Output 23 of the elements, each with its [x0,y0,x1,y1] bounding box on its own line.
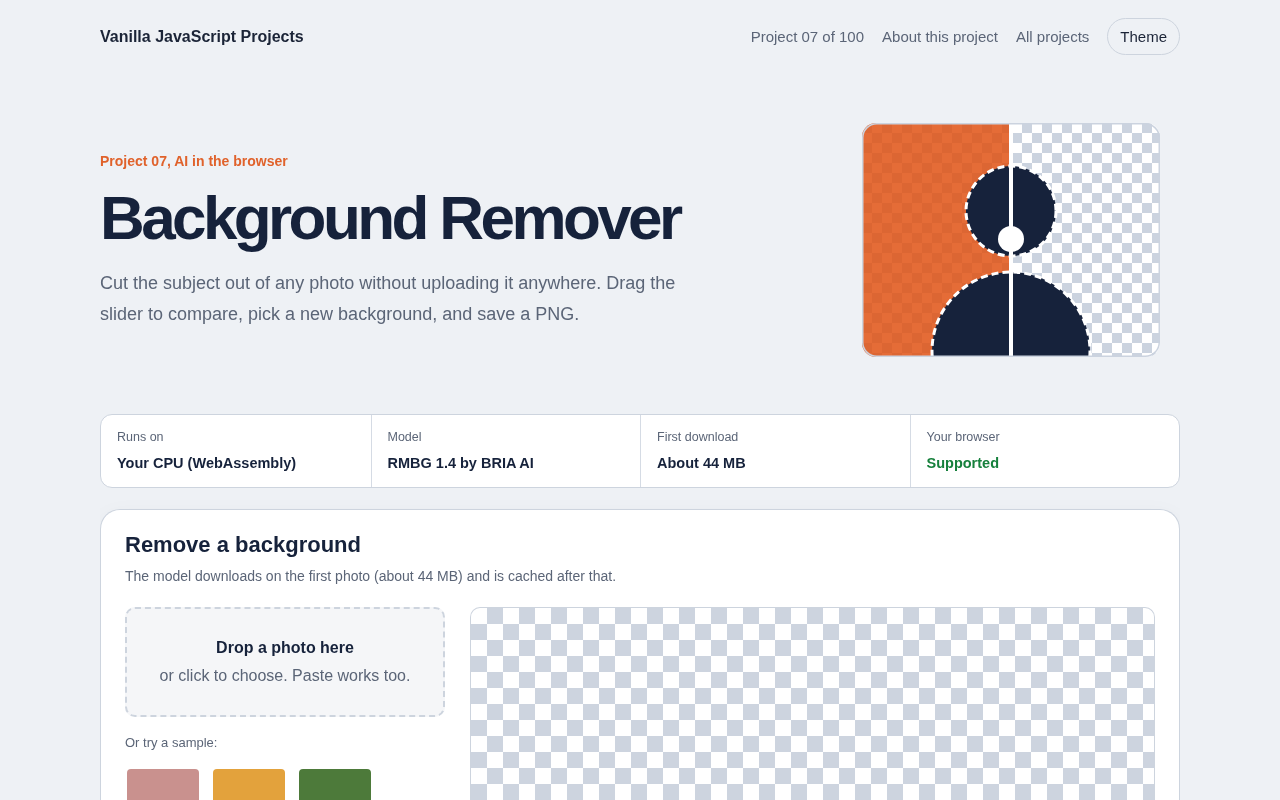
card-title: Remove a background [125,531,362,559]
eyebrow-text: Project 07, AI in the browser [100,151,289,171]
fact-label: First download [657,429,740,446]
theme-button[interactable]: Theme [1107,18,1180,55]
samples-label: Or try a sample: [125,734,219,752]
fact-value: RMBG 1.4 by BRIA AI [387,454,535,473]
fact-label: Model [387,429,423,446]
project-counter: Project 07 of 100 [750,28,865,45]
sample-thumbnail[interactable] [127,769,199,800]
fact-value: Your CPU (WebAssembly) [117,454,298,473]
site-title: Vanilla JavaScript Projects [100,27,304,46]
fact-label: Runs on [117,429,165,446]
lead-text: Cut the subject out of any photo without uploading it anywhere. Drag the slider to compare, pick a new background, and save a PNG. [100,271,677,326]
nav-link[interactable]: All projects [1015,28,1090,45]
card-subtitle: The model downloads on the first photo (about 44 MB) and is cached after that. [125,567,618,586]
fact-value: About 44 MB [657,454,747,473]
nav-link[interactable]: About this project [882,28,998,45]
drop-zone[interactable]: Drop a photo here or click to choose. Paste works too. [125,607,445,717]
sample-thumbnail[interactable] [213,769,285,800]
fact-label: Your browser [926,429,1001,446]
sample-thumbnail[interactable] [299,769,371,800]
fact-value: Supported [926,454,1000,473]
page-title: Background Remover [100,183,681,252]
